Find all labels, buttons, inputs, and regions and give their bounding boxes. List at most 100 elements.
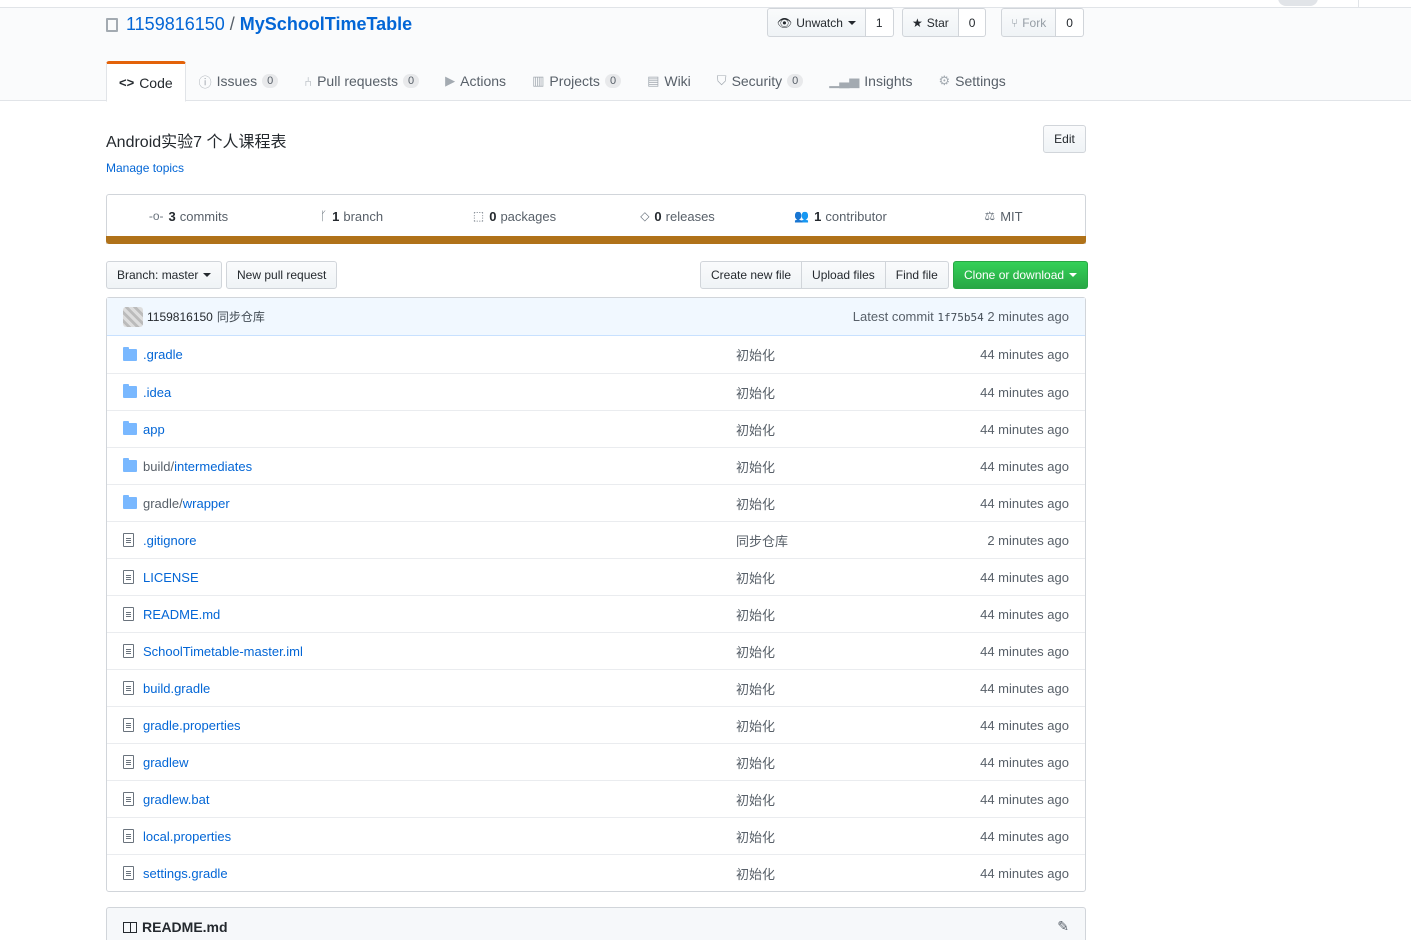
new-pull-request-button[interactable]: New pull request xyxy=(226,261,338,289)
commits-link[interactable]: -o- 3 commits xyxy=(107,209,270,224)
file-name-link[interactable]: gradle.properties xyxy=(143,718,241,733)
file-age: 44 minutes ago xyxy=(980,569,1069,585)
file-row: gradle/wrapper 初始化 44 minutes ago xyxy=(107,484,1085,521)
file-commit-message[interactable]: 同步仓库 xyxy=(736,531,788,550)
nav-avatar-pill[interactable] xyxy=(1278,0,1318,6)
forks-count[interactable]: 0 xyxy=(1056,8,1084,37)
file-name-link[interactable]: .idea xyxy=(143,385,171,400)
stargazers-count[interactable]: 0 xyxy=(958,8,987,37)
file-name-link[interactable]: gradlew xyxy=(143,755,189,770)
language-bar[interactable] xyxy=(106,236,1086,244)
tab-security[interactable]: ⛉ Security 0 xyxy=(704,61,816,101)
file-name-link[interactable]: build.gradle xyxy=(143,681,210,696)
contributors-link[interactable]: 👥 1 contributor xyxy=(759,209,922,224)
file-commit-message[interactable]: 初始化 xyxy=(736,753,775,772)
repo-owner-link[interactable]: 1159816150 xyxy=(126,14,225,35)
file-name-link[interactable]: build/intermediates xyxy=(143,459,252,474)
commit-sha-link[interactable]: 1f75b54 xyxy=(937,311,983,324)
file-name-link[interactable]: app xyxy=(143,422,165,437)
repo-tabs: <> Code ⓘ Issues 0 ⑃ Pull requests 0 ▶ A… xyxy=(106,61,1019,102)
file-name-link[interactable]: .gradle xyxy=(143,347,183,362)
upload-files-button[interactable]: Upload files xyxy=(801,261,886,289)
tab-insights-label: Insights xyxy=(864,73,913,89)
file-name-link[interactable]: .gitignore xyxy=(143,533,196,548)
nav-divider xyxy=(1358,0,1359,8)
releases-link[interactable]: ◇ 0 releases xyxy=(596,209,759,224)
edit-description-button[interactable]: Edit xyxy=(1043,125,1086,153)
tab-projects-count: 0 xyxy=(604,74,622,88)
file-age: 44 minutes ago xyxy=(980,421,1069,437)
tag-icon: ◇ xyxy=(640,209,650,223)
file-name: settings.gradle xyxy=(143,865,228,881)
branches-link[interactable]: ᚴ 1 branch xyxy=(270,209,433,224)
law-icon: ⚖ xyxy=(984,209,996,223)
file-name-link[interactable]: SchoolTimetable-master.iml xyxy=(143,644,303,659)
file-row: build.gradle 初始化 44 minutes ago xyxy=(107,669,1085,706)
file-commit-message[interactable]: 初始化 xyxy=(736,345,775,364)
file-name: gradlew xyxy=(143,754,189,770)
clone-or-download-button[interactable]: Clone or download xyxy=(953,261,1089,289)
star-button[interactable]: ★ Star xyxy=(902,8,959,37)
file-icon xyxy=(123,681,134,695)
packages-label: packages xyxy=(500,208,557,224)
packages-link[interactable]: ⬚ 0 packages xyxy=(433,209,596,224)
tab-projects[interactable]: ▥ Projects 0 xyxy=(519,61,634,101)
repo-title-separator: / xyxy=(229,14,235,34)
create-new-file-button[interactable]: Create new file xyxy=(700,261,803,289)
file-commit-message[interactable]: 初始化 xyxy=(736,716,775,735)
latest-commit-info: Latest commit 1f75b54 2 minutes ago xyxy=(853,309,1069,324)
file-age: 2 minutes ago xyxy=(987,532,1069,548)
tab-code[interactable]: <> Code xyxy=(106,61,186,102)
file-name-link[interactable]: settings.gradle xyxy=(143,866,228,881)
file-icon xyxy=(123,607,134,621)
unwatch-button[interactable]: 👁 Unwatch xyxy=(767,8,866,37)
file-commit-message[interactable]: 初始化 xyxy=(736,605,775,624)
file-commit-message[interactable]: 初始化 xyxy=(736,383,775,402)
manage-topics-link[interactable]: Manage topics xyxy=(106,161,184,175)
file-commit-message[interactable]: 初始化 xyxy=(736,420,775,439)
file-commit-message[interactable]: 初始化 xyxy=(736,494,775,513)
new-pr-wrapper: New pull request xyxy=(226,261,338,289)
file-commit-message[interactable]: 初始化 xyxy=(736,864,775,883)
file-row: .gitignore 同步仓库 2 minutes ago xyxy=(107,521,1085,558)
readme-title: README.md xyxy=(142,919,228,935)
find-file-button[interactable]: Find file xyxy=(884,261,949,289)
avatar[interactable] xyxy=(123,306,143,327)
file-name-link[interactable]: gradlew.bat xyxy=(143,792,210,807)
pencil-icon[interactable]: ✎ xyxy=(1057,918,1069,935)
file-commit-message[interactable]: 初始化 xyxy=(736,568,775,587)
shield-icon: ⛉ xyxy=(716,73,727,88)
file-name-link[interactable]: local.properties xyxy=(143,829,231,844)
file-name: gradle.properties xyxy=(143,717,241,733)
tab-insights[interactable]: ▁▃▅ Insights xyxy=(816,61,925,101)
fork-button[interactable]: ⑂ Fork xyxy=(1001,8,1057,37)
tab-wiki[interactable]: ▤ Wiki xyxy=(634,61,704,101)
tab-pull-requests[interactable]: ⑃ Pull requests 0 xyxy=(291,61,432,101)
repo-name-link[interactable]: MySchoolTimeTable xyxy=(240,14,412,35)
commit-author-link[interactable]: 1159816150 xyxy=(147,310,213,324)
file-name-link[interactable]: LICENSE xyxy=(143,570,199,585)
folder-icon xyxy=(123,346,137,361)
file-name-link[interactable]: README.md xyxy=(143,607,220,622)
watchers-count[interactable]: 1 xyxy=(865,8,894,37)
tab-issues[interactable]: ⓘ Issues 0 xyxy=(186,61,292,101)
branch-select-button[interactable]: Branch: master xyxy=(106,261,223,289)
file-commit-message[interactable]: 初始化 xyxy=(736,790,775,809)
tab-settings[interactable]: ⚙ Settings xyxy=(926,61,1019,101)
file-age: 44 minutes ago xyxy=(980,791,1069,807)
file-commit-message[interactable]: 初始化 xyxy=(736,457,775,476)
tab-pull-requests-count: 0 xyxy=(403,74,420,88)
latest-commit-row: 1159816150 同步仓库 Latest commit 1f75b54 2 … xyxy=(107,298,1085,336)
file-commit-message[interactable]: 初始化 xyxy=(736,827,775,846)
tab-actions[interactable]: ▶ Actions xyxy=(432,61,519,101)
folder-icon xyxy=(123,458,137,472)
file-name-link[interactable]: gradle/wrapper xyxy=(143,496,230,511)
file-commit-message[interactable]: 初始化 xyxy=(736,679,775,698)
issue-opened-icon: ⓘ xyxy=(198,74,212,90)
commit-message-link[interactable]: 同步仓库 xyxy=(217,308,265,325)
file-age: 44 minutes ago xyxy=(980,347,1069,362)
file-commit-message[interactable]: 初始化 xyxy=(736,642,775,661)
people-icon: 👥 xyxy=(794,209,810,223)
star-label: Star xyxy=(926,15,949,30)
license-link[interactable]: ⚖ MIT xyxy=(922,209,1085,224)
